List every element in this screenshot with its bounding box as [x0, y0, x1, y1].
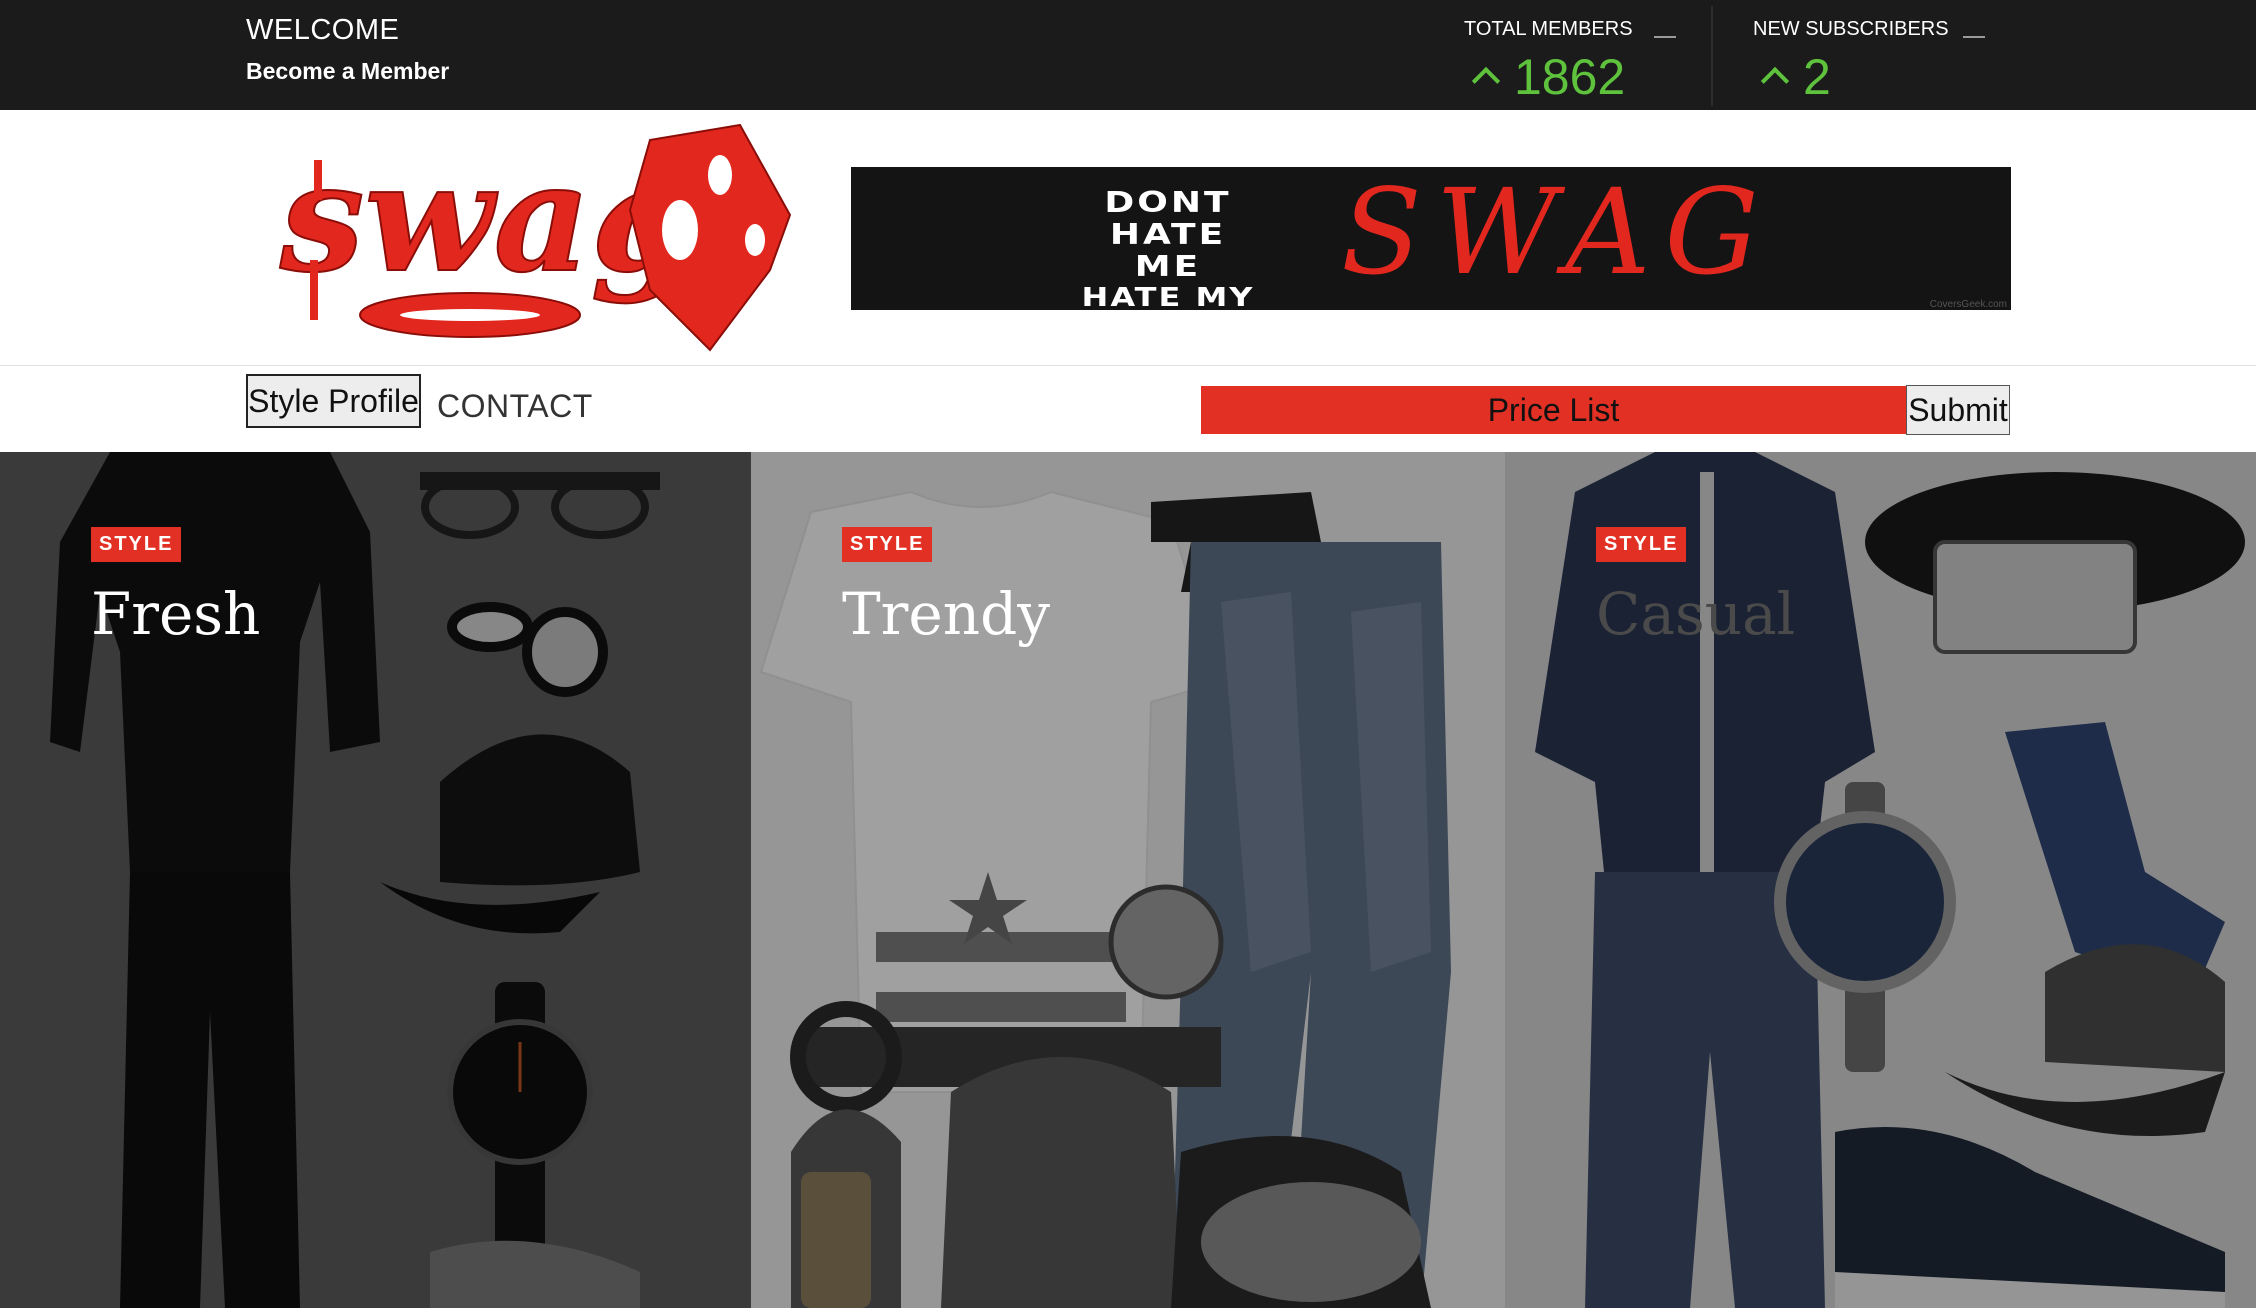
- logo-dice-pip-1: [662, 200, 698, 260]
- style-cards: STYLE Fresh STYLE Trendy STYLE Casual: [0, 452, 2256, 1308]
- total-members-value-wrap: 1862: [1470, 48, 1625, 106]
- new-subscribers-label: NEW SUBSCRIBERS: [1753, 18, 1949, 40]
- new-subscribers-stat: NEW SUBSCRIBERS 2: [1753, 0, 1993, 110]
- welcome-text: WELCOME: [246, 14, 400, 46]
- total-members-value: 1862: [1514, 49, 1626, 105]
- banner-line-3: ME: [1134, 250, 1202, 283]
- site-header: swag DONT HATE ME HATE MY SWAG CoversGee…: [0, 110, 2256, 366]
- banner-line-1: DONT: [1104, 186, 1232, 219]
- total-members-dash: [1654, 36, 1676, 38]
- stat-divider: [1711, 6, 1713, 106]
- banner-slogan: DONT HATE ME HATE MY: [1023, 185, 1313, 310]
- card-casual[interactable]: STYLE Casual: [1505, 452, 2256, 1308]
- banner-line-2: HATE: [1109, 218, 1227, 251]
- submit-button[interactable]: Submit: [1906, 385, 2010, 435]
- total-members-stat: TOTAL MEMBERS 1862: [1464, 0, 1704, 110]
- price-list-button[interactable]: Price List: [1201, 386, 1906, 434]
- chevron-up-icon: [1760, 66, 1790, 96]
- banner-credit: CoversGeek.com: [1929, 299, 2007, 310]
- logo-dice: [628, 123, 792, 352]
- logo-dice-pip-2: [708, 155, 732, 195]
- header-banner: DONT HATE ME HATE MY SWAG CoversGeek.com: [851, 167, 2011, 310]
- logo-oval-inner: [400, 309, 540, 321]
- new-subscribers-value-wrap: 2: [1759, 48, 1831, 106]
- card-fresh[interactable]: STYLE Fresh: [0, 452, 751, 1308]
- total-members-label: TOTAL MEMBERS: [1464, 18, 1633, 40]
- chevron-up-icon: [1471, 66, 1501, 96]
- banner-swag-text: SWAG: [1341, 167, 1773, 301]
- become-member-link[interactable]: Become a Member: [246, 58, 449, 85]
- style-badge: STYLE: [1596, 527, 1687, 562]
- main-nav: Style Profile CONTACT Price List Submit: [0, 366, 2256, 452]
- logo-dollar-top: [314, 160, 322, 200]
- style-badge: STYLE: [91, 527, 182, 562]
- card-title-fresh: Fresh: [91, 580, 261, 648]
- new-subscribers-value: 2: [1803, 49, 1831, 105]
- style-badge: STYLE: [842, 527, 933, 562]
- card-title-trendy: Trendy: [842, 580, 1050, 648]
- logo-dollar-bottom: [310, 260, 318, 320]
- style-profile-button[interactable]: Style Profile: [246, 374, 421, 428]
- card-trendy[interactable]: STYLE Trendy: [751, 452, 1505, 1308]
- new-subscribers-dash: [1963, 36, 1985, 38]
- logo-dice-pip-3: [745, 224, 765, 256]
- card-title-casual: Casual: [1596, 580, 1796, 648]
- swag-logo[interactable]: swag: [270, 120, 800, 360]
- contact-link[interactable]: CONTACT: [437, 388, 593, 425]
- banner-line-4: HATE MY: [1081, 281, 1255, 310]
- top-bar: WELCOME Become a Member TOTAL MEMBERS 18…: [0, 0, 2256, 110]
